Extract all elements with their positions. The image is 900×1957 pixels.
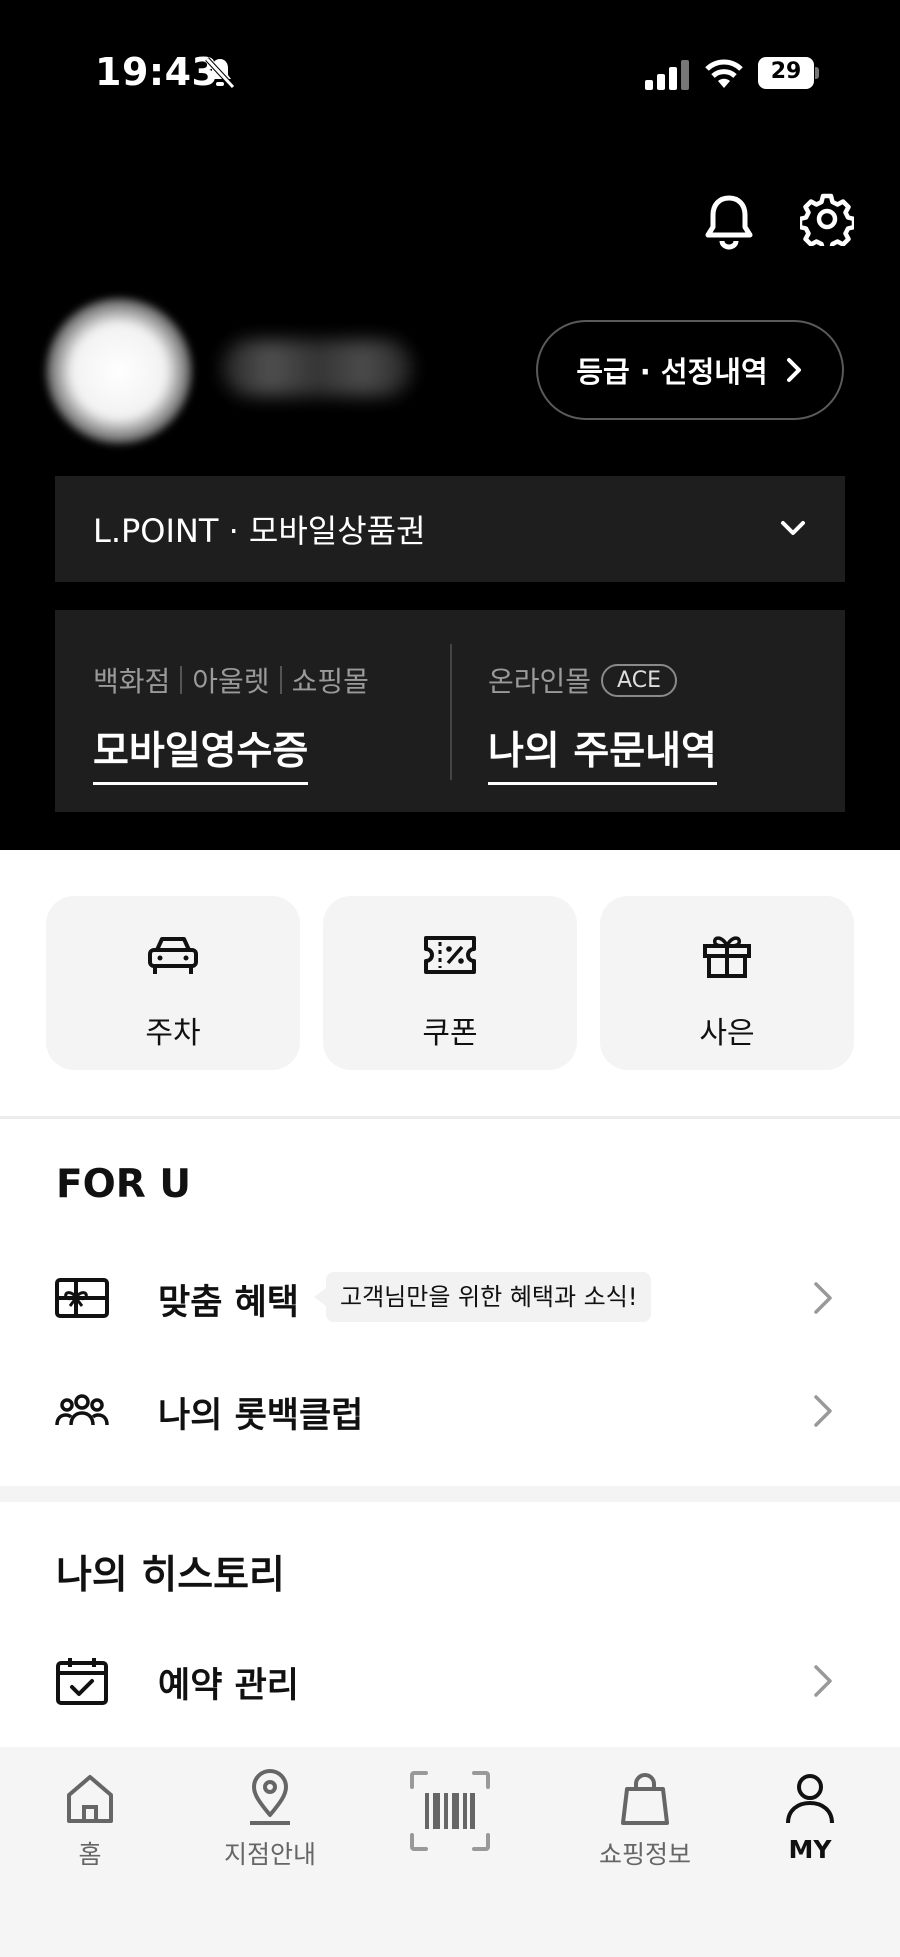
section-divider bbox=[0, 1486, 900, 1502]
offline-receipt-column: 백화점 아울렛 쇼핑몰 모바일영수증 bbox=[93, 660, 369, 785]
status-time: 19:43 bbox=[95, 50, 219, 94]
nav-home[interactable]: 홈 bbox=[10, 1769, 170, 1871]
chevron-right-icon bbox=[814, 1395, 832, 1427]
location-pin-icon bbox=[250, 1769, 290, 1825]
category-outlet: 아울렛 bbox=[192, 665, 270, 698]
category-online: 온라인몰 bbox=[488, 665, 592, 698]
nav-barcode-scan[interactable] bbox=[370, 1769, 530, 1853]
nav-shopping-info[interactable]: 쇼핑정보 bbox=[565, 1769, 725, 1871]
receipts-panel: 백화점 아울렛 쇼핑몰 모바일영수증 온라인몰 ACE 나의 주문내역 bbox=[55, 610, 845, 812]
nav-my[interactable]: MY bbox=[730, 1769, 890, 1864]
nav-shopping-info-label: 쇼핑정보 bbox=[598, 1840, 691, 1869]
benefit-card-icon bbox=[55, 1278, 109, 1318]
cell-signal-icon bbox=[645, 60, 689, 90]
avatar bbox=[46, 298, 192, 444]
benefit-tooltip: 고객님만을 위한 혜택과 소식! bbox=[313, 1272, 652, 1322]
coupon-icon bbox=[424, 936, 476, 974]
reservation-row[interactable]: 예약 관리 bbox=[0, 1631, 900, 1731]
profile-header: 19:43 29 등급 · 선정내역 L.POINT · 모바일상품권 백화점 … bbox=[0, 0, 900, 850]
chevron-right-icon bbox=[786, 358, 801, 382]
gift-label: 사은 bbox=[699, 1016, 755, 1051]
history-title: 나의 히스토리 bbox=[56, 1553, 285, 1598]
for-u-title: FOR U bbox=[56, 1162, 192, 1207]
divider bbox=[450, 644, 452, 780]
calendar-check-icon bbox=[56, 1658, 108, 1705]
bell-slash-icon bbox=[205, 57, 235, 89]
lotte-club-label: 나의 롯백클럽 bbox=[158, 1396, 364, 1436]
category-mall: 쇼핑몰 bbox=[291, 665, 369, 698]
gift-button[interactable]: 사은 bbox=[600, 896, 854, 1070]
online-order-column: 온라인몰 ACE 나의 주문내역 bbox=[488, 660, 717, 785]
car-icon bbox=[148, 937, 198, 974]
shopping-bag-icon bbox=[621, 1773, 669, 1825]
nav-store-info-label: 지점안내 bbox=[223, 1840, 316, 1869]
my-orders-link[interactable]: 나의 주문내역 bbox=[488, 720, 717, 785]
chevron-down-icon bbox=[781, 521, 805, 535]
lotte-club-row[interactable]: 나의 롯백클럽 bbox=[0, 1361, 900, 1461]
chevron-right-icon bbox=[814, 1665, 832, 1697]
main-content: 주차 쿠폰 사은 FOR U 맞춤 혜택 고객님만을 위한 혜택과 소식! 나의… bbox=[0, 850, 900, 1747]
grade-history-label: 등급 · 선정내역 bbox=[576, 355, 768, 389]
coupon-button[interactable]: 쿠폰 bbox=[323, 896, 577, 1070]
custom-benefit-row[interactable]: 맞춤 혜택 고객님만을 위한 혜택과 소식! bbox=[0, 1248, 900, 1348]
bottom-navigation: 홈 지점안내 쇼핑정보 MY bbox=[0, 1747, 900, 1957]
reservation-label: 예약 관리 bbox=[158, 1666, 299, 1706]
battery-percent: 29 bbox=[770, 59, 802, 84]
nav-home-label: 홈 bbox=[78, 1840, 102, 1869]
parking-label: 주차 bbox=[145, 1016, 201, 1051]
wifi-icon bbox=[705, 59, 743, 88]
lpoint-dropdown[interactable]: L.POINT · 모바일상품권 bbox=[55, 476, 845, 582]
mobile-receipt-link[interactable]: 모바일영수증 bbox=[93, 720, 309, 785]
nav-my-label: MY bbox=[788, 1835, 832, 1864]
username-redacted bbox=[222, 340, 412, 396]
parking-button[interactable]: 주차 bbox=[46, 896, 300, 1070]
offline-categories: 백화점 아울렛 쇼핑몰 bbox=[93, 660, 369, 700]
chevron-right-icon bbox=[814, 1282, 832, 1314]
coupon-label: 쿠폰 bbox=[422, 1016, 478, 1051]
group-icon bbox=[55, 1394, 109, 1426]
gear-icon[interactable] bbox=[800, 192, 854, 246]
ace-badge: ACE bbox=[601, 663, 677, 697]
bell-icon[interactable] bbox=[702, 192, 756, 250]
nav-store-info[interactable]: 지점안내 bbox=[190, 1769, 350, 1871]
online-category: 온라인몰 ACE bbox=[488, 660, 717, 700]
status-bar: 19:43 29 bbox=[0, 0, 900, 150]
divider bbox=[0, 1116, 900, 1119]
lpoint-label: L.POINT · 모바일상품권 bbox=[93, 512, 426, 550]
grade-history-button[interactable]: 등급 · 선정내역 bbox=[536, 320, 844, 420]
home-icon bbox=[67, 1775, 113, 1823]
barcode-scan-icon bbox=[410, 1771, 490, 1851]
custom-benefit-label: 맞춤 혜택 bbox=[158, 1283, 299, 1323]
battery-indicator: 29 bbox=[758, 57, 820, 89]
gift-icon bbox=[703, 936, 751, 978]
person-icon bbox=[786, 1774, 834, 1824]
category-department: 백화점 bbox=[93, 665, 171, 698]
